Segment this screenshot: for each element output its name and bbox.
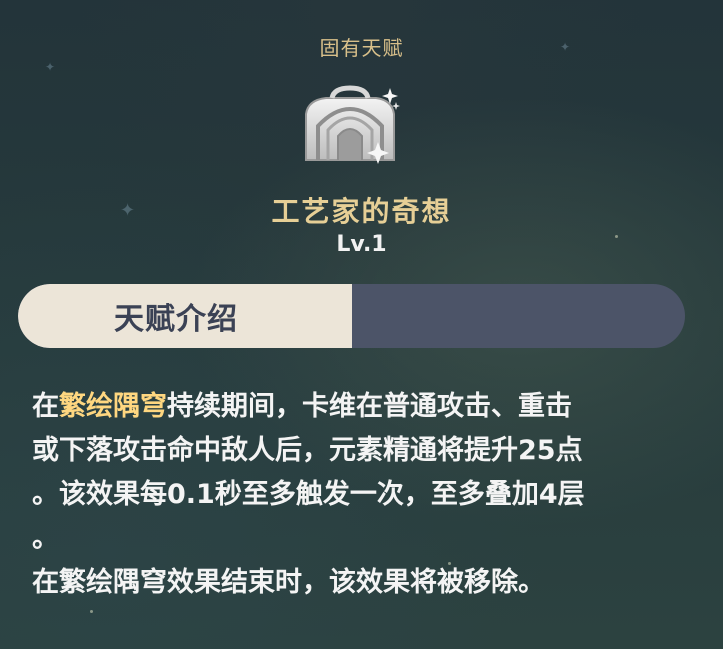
tab-bar: 天赋介绍 [18,284,685,348]
tab-talent-description[interactable]: 天赋介绍 [18,284,352,348]
background-sparkle-icon: ✦ [45,60,56,74]
description-line: 在繁绘隅穹持续期间，卡维在普通攻击、重击 [32,385,692,429]
description-text: 在 [32,391,59,422]
talent-name: 工艺家的奇想 [271,195,452,228]
description-line: 或下落攻击命中敌人后，元素精通将提升25点 [32,435,583,466]
tab-label: 天赋介绍 [114,302,238,337]
description-line: 。 [32,523,59,554]
description-text: 持续期间，卡维在普通攻击、重击 [167,391,572,422]
description-line: 。该效果每0.1秒至多触发一次，至多叠加4层 [32,479,585,510]
background-star [90,610,93,613]
description-line: 在繁绘隅穹效果结束时，该效果将被移除。 [32,567,545,598]
talent-description: 在繁绘隅穹持续期间，卡维在普通攻击、重击 或下落攻击命中敌人后，元素精通将提升2… [32,385,692,605]
section-title: 固有天赋 [319,36,404,60]
highlighted-keyword: 繁绘隅穹 [59,391,167,422]
crafted-cottage-icon [296,82,406,172]
tab-secondary[interactable] [352,284,685,348]
talent-level: Lv.1 [336,232,387,257]
